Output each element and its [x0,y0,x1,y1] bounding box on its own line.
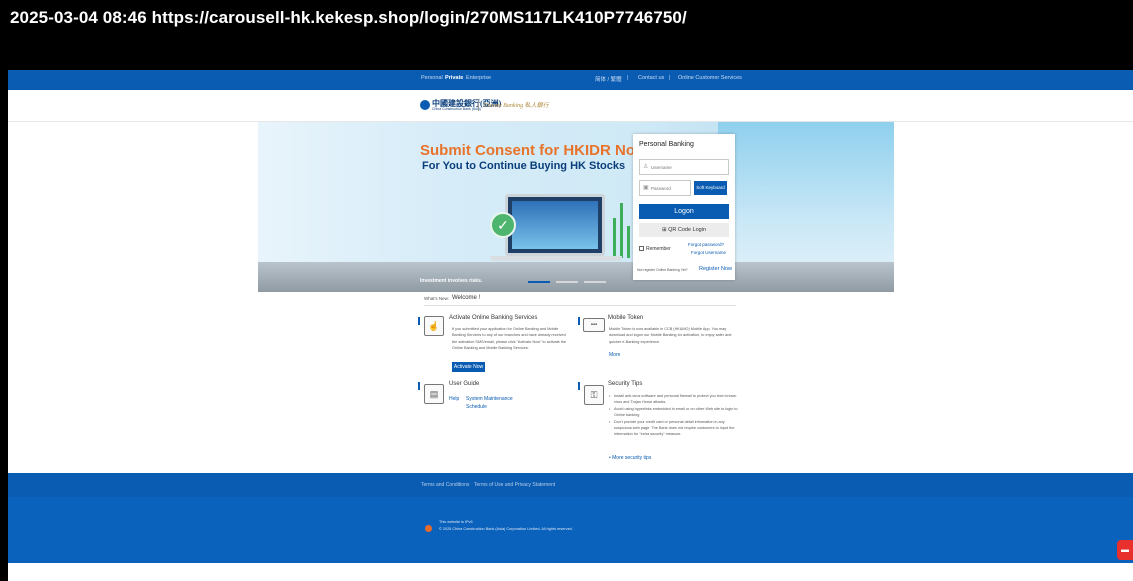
user-guide-title: User Guide [449,381,480,387]
hero-subheadline: For You to Continue Buying HK Stocks [422,160,626,172]
more-security-tips-label: More security tips [612,455,652,461]
nav-personal[interactable]: Personal [421,75,443,81]
ccb-logo-icon [420,100,430,110]
forgot-password-link[interactable]: Forgot password? [688,242,724,247]
checkmark-icon: ✓ [490,212,516,238]
nav-enterprise[interactable]: Enterprise [466,75,491,81]
carousel-dot[interactable] [584,281,606,283]
hero-headline: Submit Consent for HKIDR Now [420,142,647,159]
help-link[interactable]: Help [449,396,459,402]
remember-label: Remember [646,246,671,252]
logo-row: 中國建設銀行(亞洲) China Construction Bank (Asia… [8,90,1133,122]
password-field[interactable]: ▣ [639,180,691,196]
section-marker [418,382,420,390]
system-maintenance-link[interactable]: System Maintenance [466,396,513,402]
hero-banner[interactable]: Submit Consent for HKIDR Now For You to … [258,122,894,292]
nav-private[interactable]: Private [445,75,463,81]
mobile-token-body: Mobile Token is now available in CCB (HK… [609,327,732,344]
more-security-tips-link[interactable]: • More security tips [609,455,651,461]
carousel-dot[interactable] [556,281,578,283]
chat-icon[interactable]: ▬ [1117,540,1133,560]
user-icon: ♙ [643,164,649,170]
section-marker [578,382,580,390]
carousel-dot[interactable] [528,281,550,283]
laptop-graphic [505,194,605,256]
risk-note: Investment involves risks. [420,278,483,284]
login-panel: Personal Banking ♙ ▣ Soft Keyboard Logon… [633,134,735,280]
qr-code-login-button[interactable]: ⊞ QR Code Login [639,223,729,237]
laptop-base-graphic [490,256,622,261]
nav-language[interactable]: 简体 / 繁體 [595,75,622,83]
logon-button[interactable]: Logon [639,204,729,219]
nav-online-customer-services[interactable]: Online Customer Services [678,75,742,81]
ipv6-note: This website is IPv6 [439,520,473,524]
activate-icon: ☝ [424,316,444,336]
lock-icon: ▣ [643,185,649,191]
remember-checkbox[interactable]: Remember [639,246,671,252]
activate-now-button[interactable]: Activate Now [452,362,485,372]
whats-new-text[interactable]: Welcome ! [452,295,480,301]
ipv6-icon [425,525,432,532]
activate-body: If you submitted your application for On… [452,327,567,351]
top-nav: Personal Private Enterprise 简体 / 繁體 | Co… [8,70,1133,90]
whats-new-bar: What's New: Welcome ! [424,294,736,306]
private-banking-logo: Private Banking 私人銀行 [484,103,549,109]
mobile-token-title: Mobile Token [608,315,644,321]
password-input[interactable] [651,184,687,193]
username-field[interactable]: ♙ [639,159,729,175]
schedule-link[interactable]: Schedule [466,404,487,410]
security-tip: Don't provide your credit card or person… [609,419,739,438]
capture-timestamp-url: 2025-03-04 08:46 https://carousell-hk.ke… [10,8,687,27]
username-input[interactable] [651,163,721,172]
security-tips-list: Install anti-virus software and personal… [609,393,739,438]
privacy-statement-link[interactable]: Terms of Use and Privacy Statement [474,482,555,488]
soft-keyboard-button[interactable]: Soft Keyboard [694,181,727,195]
hero-floor [258,262,894,292]
terms-conditions-link[interactable]: Terms and Conditions [421,482,469,488]
nav-contact-us[interactable]: Contact us [638,75,664,81]
register-now-link[interactable]: Register Now [699,266,732,272]
activate-title: Activate Online Banking Services [449,315,538,321]
book-icon: ▤ [424,384,444,404]
copyright: © 2025 China Construction Bank (Asia) Co… [439,527,573,531]
mobile-token-more-link[interactable]: More [609,352,620,358]
checkbox-icon [639,246,644,251]
nav-separator: | [669,75,671,81]
security-tip: Avoid using hyperlinks embedded in email… [609,406,739,419]
section-marker [418,317,420,325]
security-tip: Install anti-virus software and personal… [609,393,739,406]
left-border [0,70,8,581]
footer: This website is IPv6 © 2025 China Constr… [8,497,1133,563]
security-icon: ⚿ [584,385,604,405]
qr-login-label: QR Code Login [668,227,707,233]
forgot-username-link[interactable]: Forgot Username [691,250,726,255]
logo-divider [478,99,479,111]
not-registered-text: Not register Online Banking Yet? [637,268,688,272]
capture-banner: 2025-03-04 08:46 https://carousell-hk.ke… [0,0,1133,70]
section-marker [578,317,580,325]
page: 2025-03-04 08:46 https://carousell-hk.ke… [0,0,1133,581]
login-title: Personal Banking [639,141,694,148]
nav-separator: | [627,75,629,81]
footer-links-bar: Terms and Conditions Terms of Use and Pr… [8,473,1133,497]
security-tips-title: Security Tips [608,381,643,387]
logo-english-name: China Construction Bank (Asia) [432,107,481,111]
whats-new-label: What's New: [424,296,450,301]
mobile-token-icon: ▪▪▪ [583,318,605,332]
